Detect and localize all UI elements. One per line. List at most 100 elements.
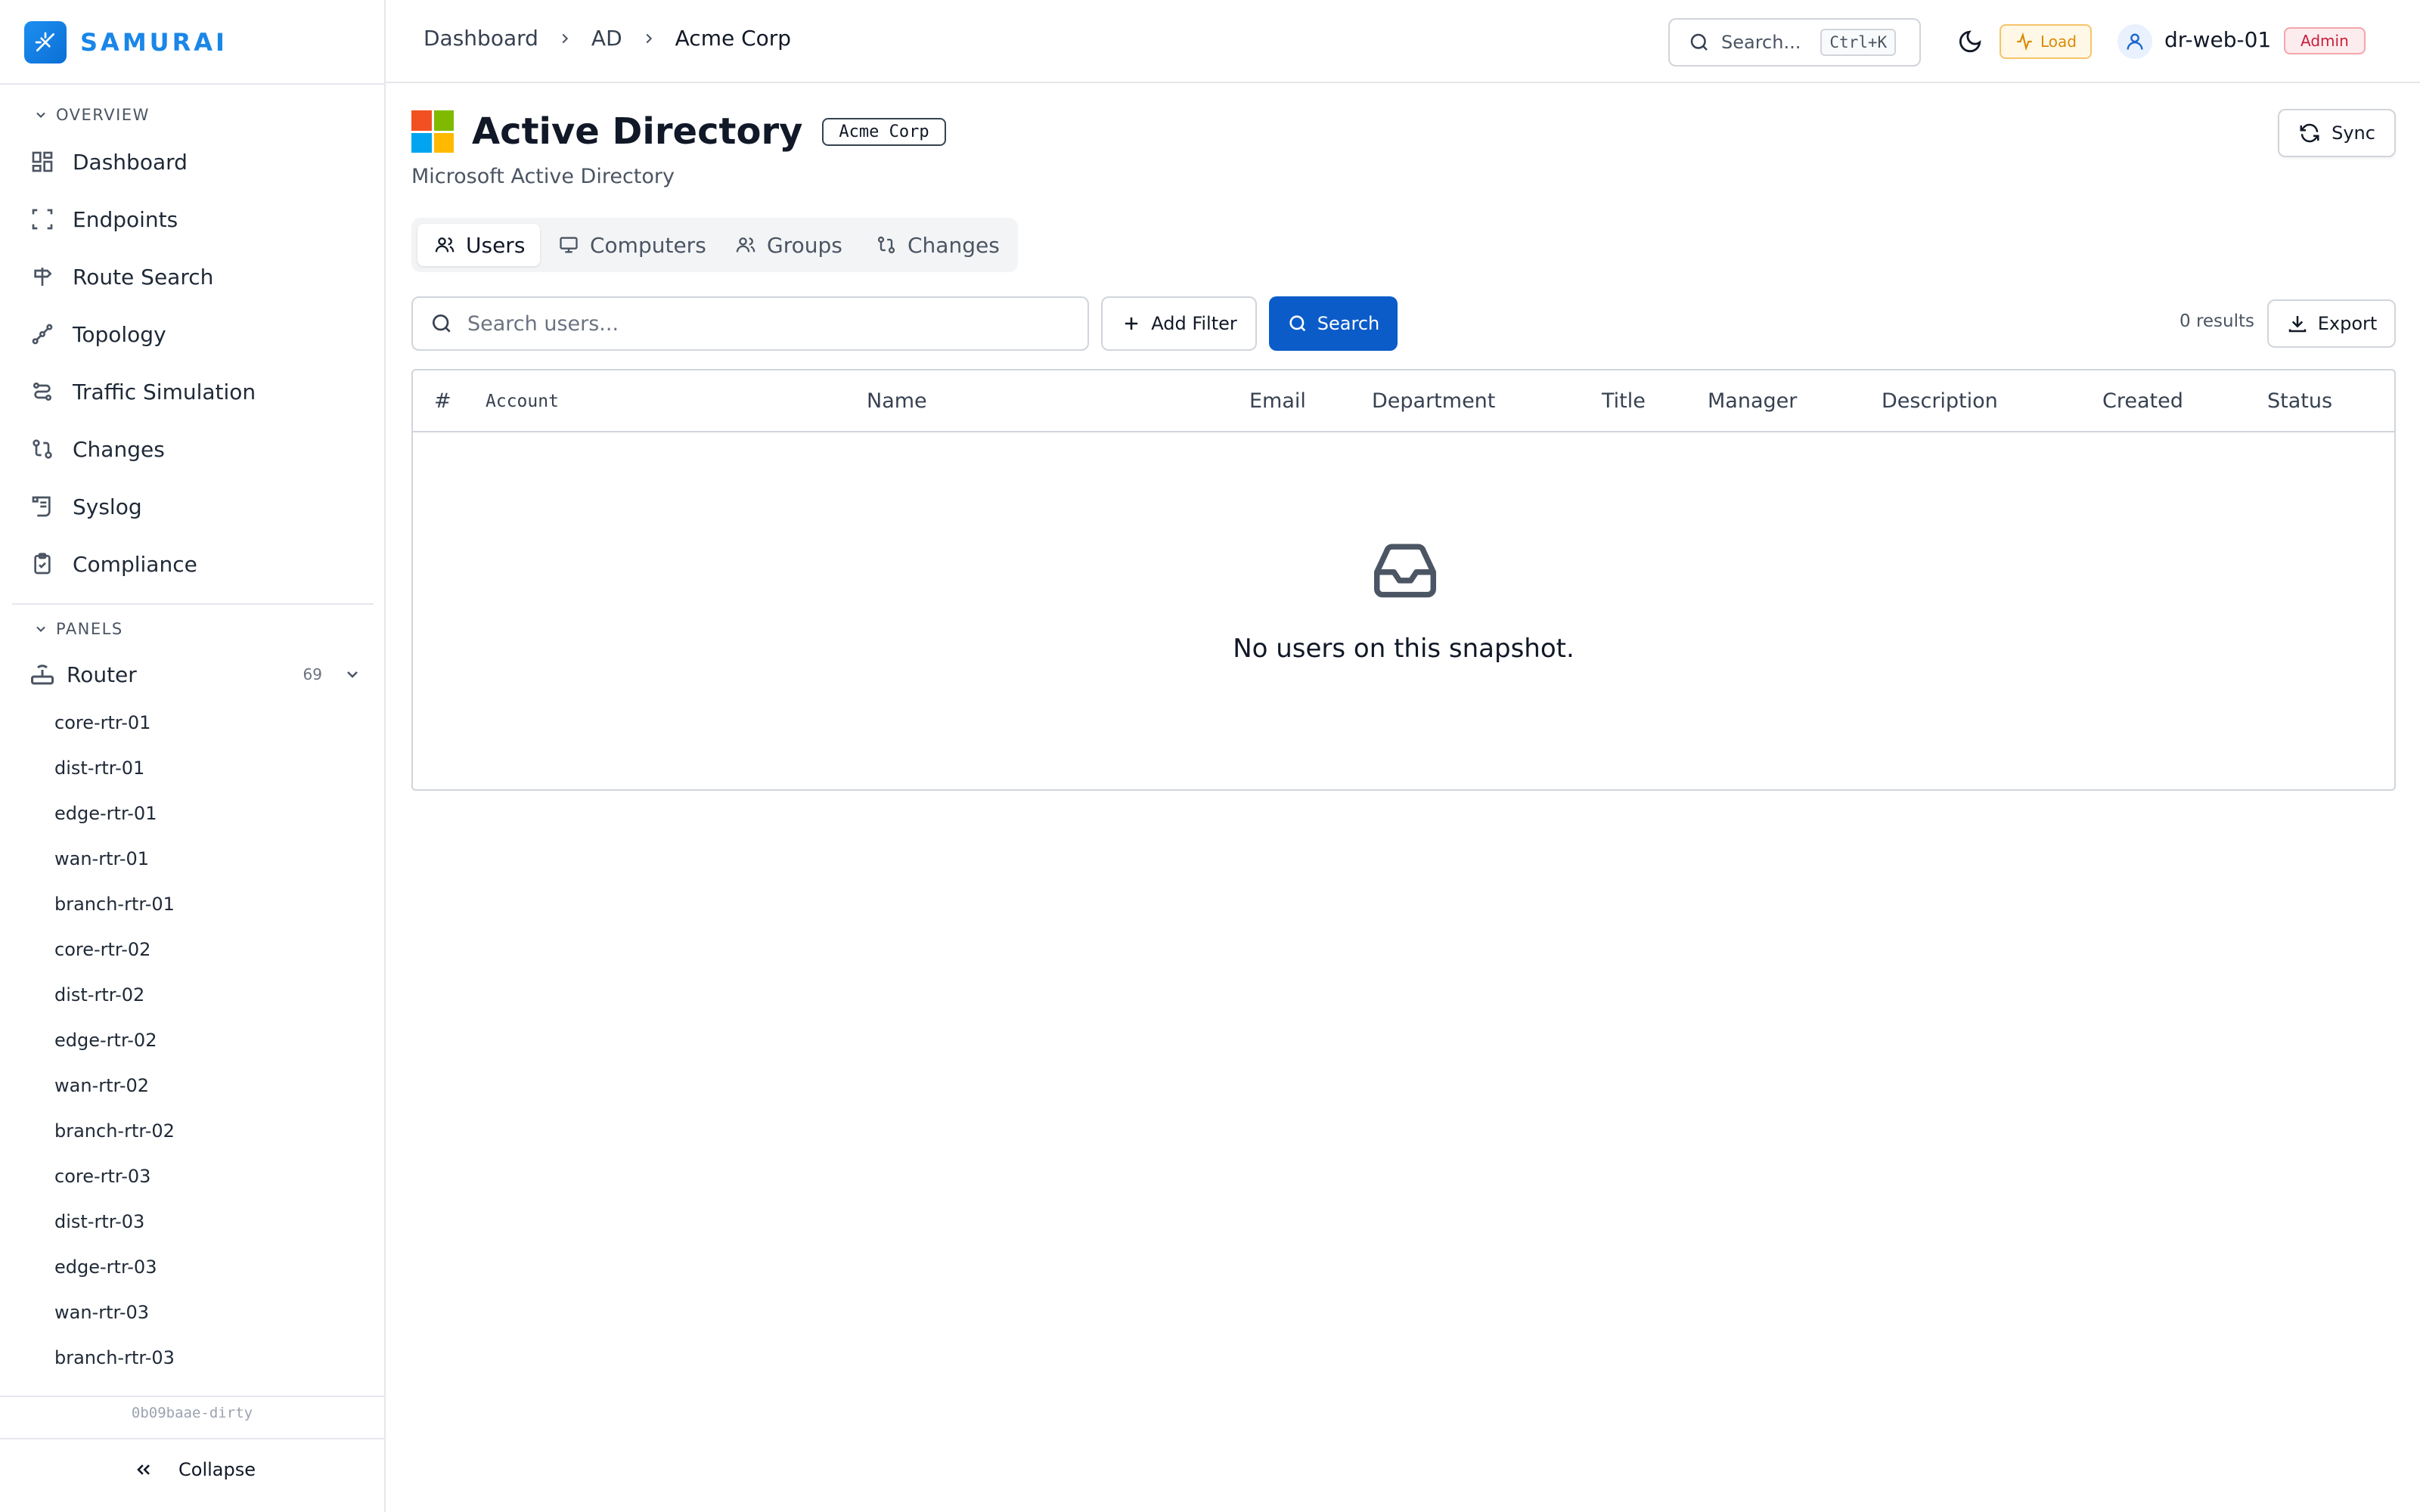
load-button[interactable]: Load <box>2000 24 2092 59</box>
search-icon <box>1690 33 1708 51</box>
page-title: Active Directory <box>472 110 803 153</box>
column-header-title[interactable]: Title <box>1602 370 1646 432</box>
tab-groups[interactable]: Groups <box>735 224 842 266</box>
router-list-item[interactable]: branch-rtr-01 <box>54 881 175 927</box>
tab-label: Computers <box>590 232 706 258</box>
search-shortcut-hint: Ctrl+K <box>1820 29 1897 56</box>
avatar[interactable] <box>2118 24 2152 59</box>
router-list-item[interactable]: branch-rtr-03 <box>54 1335 175 1380</box>
refresh-icon <box>2300 123 2319 143</box>
chevron-right-icon <box>562 33 569 43</box>
router-list-item[interactable]: dist-rtr-03 <box>54 1199 175 1244</box>
router-list-item[interactable]: wan-rtr-02 <box>54 1063 175 1108</box>
table-header: # Account Name Email Department Title Ma… <box>413 370 2394 432</box>
export-button[interactable]: Export <box>2267 299 2396 348</box>
brand[interactable]: SAMURAI <box>24 21 228 64</box>
global-search-button[interactable]: Search... Ctrl+K <box>1668 18 1921 67</box>
sidebar-item-label: Changes <box>73 436 165 462</box>
activity-icon <box>2017 32 2032 51</box>
global-search-label: Search... <box>1721 32 1801 53</box>
chevron-down-icon[interactable] <box>343 665 361 683</box>
column-header-manager[interactable]: Manager <box>1708 370 1797 432</box>
router-count-badge: 69 <box>302 665 322 683</box>
router-list-item[interactable]: branch-rtr-02 <box>54 1108 175 1154</box>
breadcrumb-item-dashboard[interactable]: Dashboard <box>424 26 538 51</box>
router-list-item[interactable]: dist-rtr-02 <box>54 972 175 1018</box>
router-list-item[interactable]: edge-rtr-03 <box>54 1244 175 1290</box>
router-list-item[interactable]: wan-rtr-01 <box>54 836 175 881</box>
tenant-chip: Acme Corp <box>822 117 946 146</box>
sidebar-item-label: Syslog <box>73 494 142 519</box>
overview-section-toggle[interactable]: OVERVIEW <box>33 106 150 124</box>
empty-state: No users on this snapshot. <box>413 432 2394 789</box>
dashboard-grid-icon <box>32 151 53 172</box>
router-list-item[interactable]: wan-rtr-03 <box>54 1290 175 1335</box>
overview-section-label: OVERVIEW <box>56 106 150 124</box>
router-list-item[interactable]: edge-rtr-01 <box>54 791 175 836</box>
topology-icon <box>32 324 53 345</box>
collapse-sidebar-button[interactable]: Collapse <box>133 1459 256 1480</box>
sidebar-item-traffic-simulation[interactable]: Traffic Simulation <box>30 367 371 416</box>
download-icon <box>2288 316 2306 333</box>
traffic-icon <box>33 383 51 401</box>
sidebar-divider <box>0 1396 384 1397</box>
router-list: core-rtr-01 dist-rtr-01 edge-rtr-01 wan-… <box>54 700 175 1380</box>
sidebar-divider <box>0 83 384 85</box>
sidebar-item-route-search[interactable]: Route Search <box>30 253 371 301</box>
brand-name: SAMURAI <box>80 28 228 57</box>
breadcrumb: Dashboard AD Acme Corp <box>424 26 791 51</box>
export-label: Export <box>2317 313 2378 334</box>
tab-label: Users <box>466 232 526 258</box>
router-label: Router <box>67 662 137 687</box>
column-header-name[interactable]: Name <box>867 370 927 432</box>
column-header-account[interactable]: Account <box>486 370 559 432</box>
user-name[interactable]: dr-web-01 <box>2164 27 2271 52</box>
chevrons-left-icon <box>137 1464 150 1475</box>
router-list-item[interactable]: core-rtr-03 <box>54 1154 175 1199</box>
panels-section-toggle[interactable]: PANELS <box>33 620 123 638</box>
add-filter-button[interactable]: Add Filter <box>1101 296 1257 351</box>
sidebar-item-router[interactable]: Router 69 <box>29 652 361 697</box>
router-list-item[interactable]: dist-rtr-01 <box>54 745 175 791</box>
user-search-field[interactable] <box>411 296 1089 351</box>
sidebar-divider <box>0 1438 384 1439</box>
results-count: 0 results <box>2180 311 2254 331</box>
moon-icon[interactable] <box>1957 29 1983 54</box>
column-header-created[interactable]: Created <box>2102 370 2183 432</box>
tab-users[interactable]: Users <box>417 224 540 266</box>
sidebar-item-dashboard[interactable]: Dashboard <box>30 138 371 186</box>
scan-frame-icon <box>32 209 53 230</box>
breadcrumb-item-ad[interactable]: AD <box>591 26 622 51</box>
sidebar-item-compliance[interactable]: Compliance <box>30 540 371 588</box>
router-list-item[interactable]: core-rtr-02 <box>54 927 175 972</box>
samurai-logo-icon <box>24 21 67 64</box>
column-header-description[interactable]: Description <box>1882 370 1998 432</box>
users-icon <box>736 237 755 253</box>
microsoft-logo-icon <box>411 110 454 153</box>
sync-label: Sync <box>2332 122 2375 144</box>
sync-button[interactable]: Sync <box>2278 109 2396 157</box>
column-header-status[interactable]: Status <box>2267 370 2332 432</box>
router-list-item[interactable]: edge-rtr-02 <box>54 1018 175 1063</box>
inbox-icon <box>1374 544 1436 598</box>
sidebar-item-label: Dashboard <box>73 149 188 175</box>
search-button-label: Search <box>1317 313 1380 334</box>
tab-changes[interactable]: Changes <box>876 224 1000 266</box>
column-header-email[interactable]: Email <box>1249 370 1306 432</box>
sidebar: SAMURAI OVERVIEW Dashboard Endpoints Rou… <box>0 0 386 1512</box>
tab-computers[interactable]: Computers <box>558 224 706 266</box>
chevron-down-icon <box>36 112 45 118</box>
git-compare-icon <box>33 439 52 459</box>
load-label: Load <box>2040 33 2077 51</box>
sidebar-item-topology[interactable]: Topology <box>30 310 371 358</box>
sidebar-item-endpoints[interactable]: Endpoints <box>30 195 371 243</box>
router-list-item[interactable]: core-rtr-01 <box>54 700 175 745</box>
search-button[interactable]: Search <box>1269 296 1398 351</box>
column-header-department[interactable]: Department <box>1372 370 1495 432</box>
sidebar-item-changes[interactable]: Changes <box>30 425 371 473</box>
sidebar-item-syslog[interactable]: Syslog <box>30 482 371 531</box>
plus-icon <box>1125 317 1138 330</box>
clipboard-check-icon <box>34 553 51 575</box>
collapse-label: Collapse <box>178 1459 256 1480</box>
user-search-input[interactable] <box>467 311 1072 336</box>
